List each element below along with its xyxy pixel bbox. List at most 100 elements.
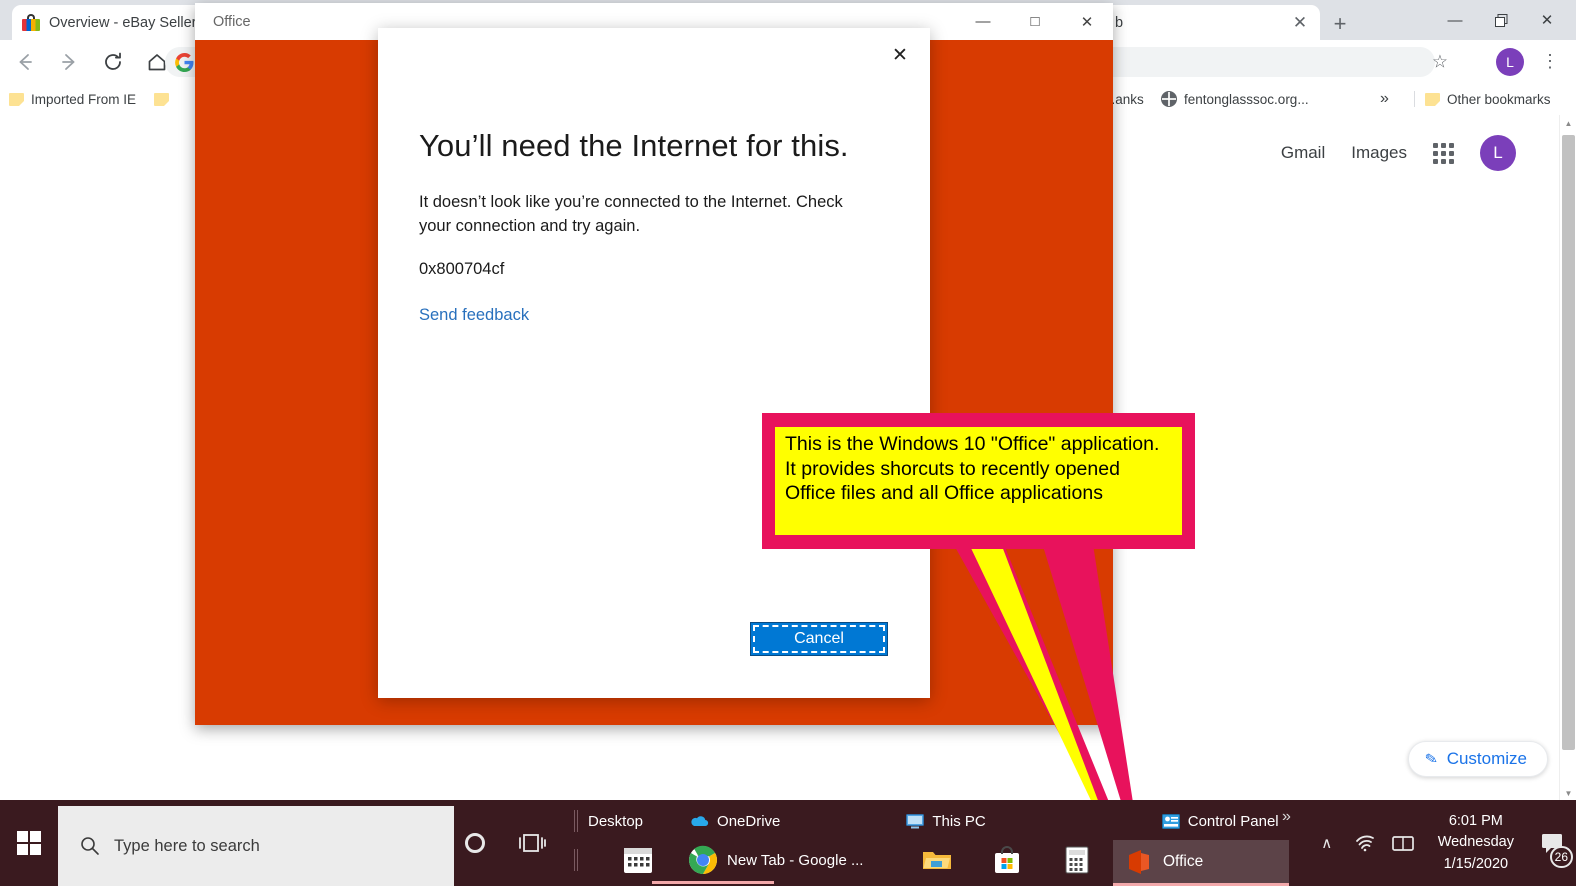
taskbar-item-microsoft-store[interactable] [981, 838, 1033, 882]
globe-icon [1161, 91, 1177, 107]
toolbar-grip[interactable] [574, 810, 579, 832]
taskbar-item-calculator[interactable] [1051, 838, 1103, 882]
start-button[interactable] [0, 800, 58, 886]
cancel-button[interactable]: Cancel [750, 622, 888, 656]
toolbar-item-label: This PC [932, 812, 986, 830]
close-icon[interactable]: ✕ [1290, 13, 1310, 33]
other-bookmarks-button[interactable]: Other bookmarks [1416, 92, 1560, 107]
minimize-button[interactable]: — [957, 3, 1009, 40]
taskbar-item-chrome[interactable]: New Tab - Google ... [674, 838, 877, 882]
avatar[interactable]: L [1480, 135, 1516, 171]
error-dialog: ✕ You’ll need the Internet for this. It … [378, 28, 930, 698]
focus-outline [753, 625, 885, 653]
toolbar-item-this-pc[interactable]: This PC [906, 812, 986, 830]
bookmark-folder-2[interactable] [145, 92, 185, 106]
close-button[interactable]: ✕ [1061, 3, 1113, 40]
toolbar-item-onedrive[interactable]: OneDrive [689, 813, 780, 830]
close-icon[interactable]: ✕ [880, 36, 920, 74]
customize-button[interactable]: ✎ Customize [1408, 741, 1548, 777]
wifi-icon[interactable] [1346, 800, 1384, 886]
windows-logo-icon [16, 830, 42, 856]
desktop-toolbar: Desktop OneDrive This PC Control Panel [565, 808, 1325, 834]
toolbar-grip[interactable] [574, 849, 579, 871]
taskbar-item-label: Office [1163, 853, 1204, 870]
screen: Overview - eBay Seller ... b ✕ + — ✕ ☆ L… [0, 0, 1576, 886]
toolbar-item-control-panel[interactable]: Control Panel [1161, 812, 1279, 830]
chevron-up-icon[interactable]: ∧ [1308, 800, 1346, 886]
search-input[interactable]: Type here to search [58, 806, 454, 886]
images-link[interactable]: Images [1351, 143, 1407, 163]
google-g-icon [175, 52, 194, 72]
close-button[interactable]: ✕ [1524, 0, 1570, 40]
annotation-callout: This is the Windows 10 "Office" applicat… [762, 413, 1195, 549]
taskbar-item-file-explorer[interactable] [911, 838, 963, 882]
minimize-button[interactable]: — [1432, 0, 1478, 40]
maximize-button[interactable]: □ [1009, 3, 1061, 40]
clock-date: 1/15/2020 [1443, 855, 1509, 872]
taskbar-item-calendar[interactable] [612, 838, 664, 882]
bookmark-label: fentonglasssoc.org... [1184, 91, 1309, 107]
bookmark-imported-from-ie[interactable]: Imported From IE [0, 92, 145, 107]
bookmark-fentonglasssoc[interactable]: fentonglasssoc.org... [1152, 91, 1318, 107]
apps-grid-icon[interactable] [1433, 142, 1454, 164]
browser-window-controls: — ✕ [1432, 0, 1570, 40]
control-panel-icon [1161, 813, 1180, 829]
divider [1414, 91, 1415, 107]
restore-icon [1494, 13, 1507, 27]
toolbar-item-label: OneDrive [717, 812, 781, 830]
action-center-icon[interactable] [1384, 800, 1422, 886]
bookmarks-overflow-button[interactable]: » [1380, 90, 1389, 108]
maximize-button[interactable] [1478, 0, 1524, 40]
taskbar-item-office[interactable]: Office [1113, 840, 1289, 884]
cortana-icon[interactable] [465, 833, 485, 853]
ebay-icon [22, 13, 40, 32]
search-icon [81, 837, 99, 855]
system-tray: ∧ 6:01 PM Wednesday 1/15/2020 26 [1308, 800, 1576, 886]
toolbar-item-label: Desktop [588, 812, 644, 830]
toolbar-item-label: Control Panel [1187, 812, 1279, 830]
back-icon[interactable] [6, 43, 44, 81]
new-tab-button[interactable]: + [1326, 10, 1354, 38]
pencil-icon: ✎ [1423, 750, 1440, 769]
customize-label: Customize [1446, 749, 1527, 768]
chrome-menu-icon[interactable]: ⋮ [1538, 50, 1562, 74]
notification-count-badge: 26 [1549, 846, 1573, 868]
file-explorer-icon [923, 852, 952, 869]
toolbar-item-desktop[interactable]: Desktop [588, 813, 643, 830]
bookmark-star-icon[interactable]: ☆ [1432, 51, 1448, 72]
google-header: Gmail Images L [1281, 135, 1516, 171]
bookmark-label: Imported From IE [31, 91, 137, 107]
browser-tab-title: b [1115, 14, 1124, 31]
annotation-callout-text: This is the Windows 10 "Office" applicat… [775, 427, 1182, 535]
avatar[interactable]: L [1496, 47, 1524, 76]
other-bookmarks-label: Other bookmarks [1447, 91, 1551, 107]
calculator-icon [1065, 846, 1089, 874]
folder-icon [9, 92, 24, 106]
search-placeholder: Type here to search [114, 836, 260, 855]
clock-day: Wednesday [1437, 834, 1514, 851]
dialog-heading: You’ll need the Internet for this. [419, 128, 849, 163]
forward-icon[interactable] [50, 43, 88, 81]
taskbar-item-label: New Tab - Google ... [727, 851, 864, 869]
scroll-up-icon[interactable]: ▲ [1560, 115, 1576, 132]
office-window-title: Office [213, 13, 251, 30]
clock-time: 6:01 PM [1448, 813, 1503, 830]
toolbar-overflow-button[interactable]: » [1282, 808, 1291, 826]
send-feedback-link[interactable]: Send feedback [419, 306, 529, 325]
running-indicator [652, 881, 774, 884]
folder-icon [1425, 92, 1440, 106]
chrome-icon [689, 845, 717, 874]
dialog-error-code: 0x800704cf [419, 260, 505, 278]
reload-icon[interactable] [94, 43, 132, 81]
microsoft-store-icon [995, 846, 1020, 873]
page-scrollbar[interactable]: ▲ ▼ [1559, 115, 1576, 802]
clock[interactable]: 6:01 PM Wednesday 1/15/2020 [1422, 811, 1530, 874]
windows-taskbar: Type here to search Desktop OneDrive Thi… [0, 800, 1576, 886]
browser-tab-active[interactable]: b ✕ [1105, 5, 1320, 40]
this-pc-icon [906, 813, 925, 828]
notifications-button[interactable]: 26 [1530, 800, 1576, 886]
task-view-icon[interactable] [518, 831, 548, 855]
gmail-link[interactable]: Gmail [1281, 143, 1325, 163]
calendar-icon [624, 848, 652, 873]
scrollbar-thumb[interactable] [1562, 135, 1575, 750]
